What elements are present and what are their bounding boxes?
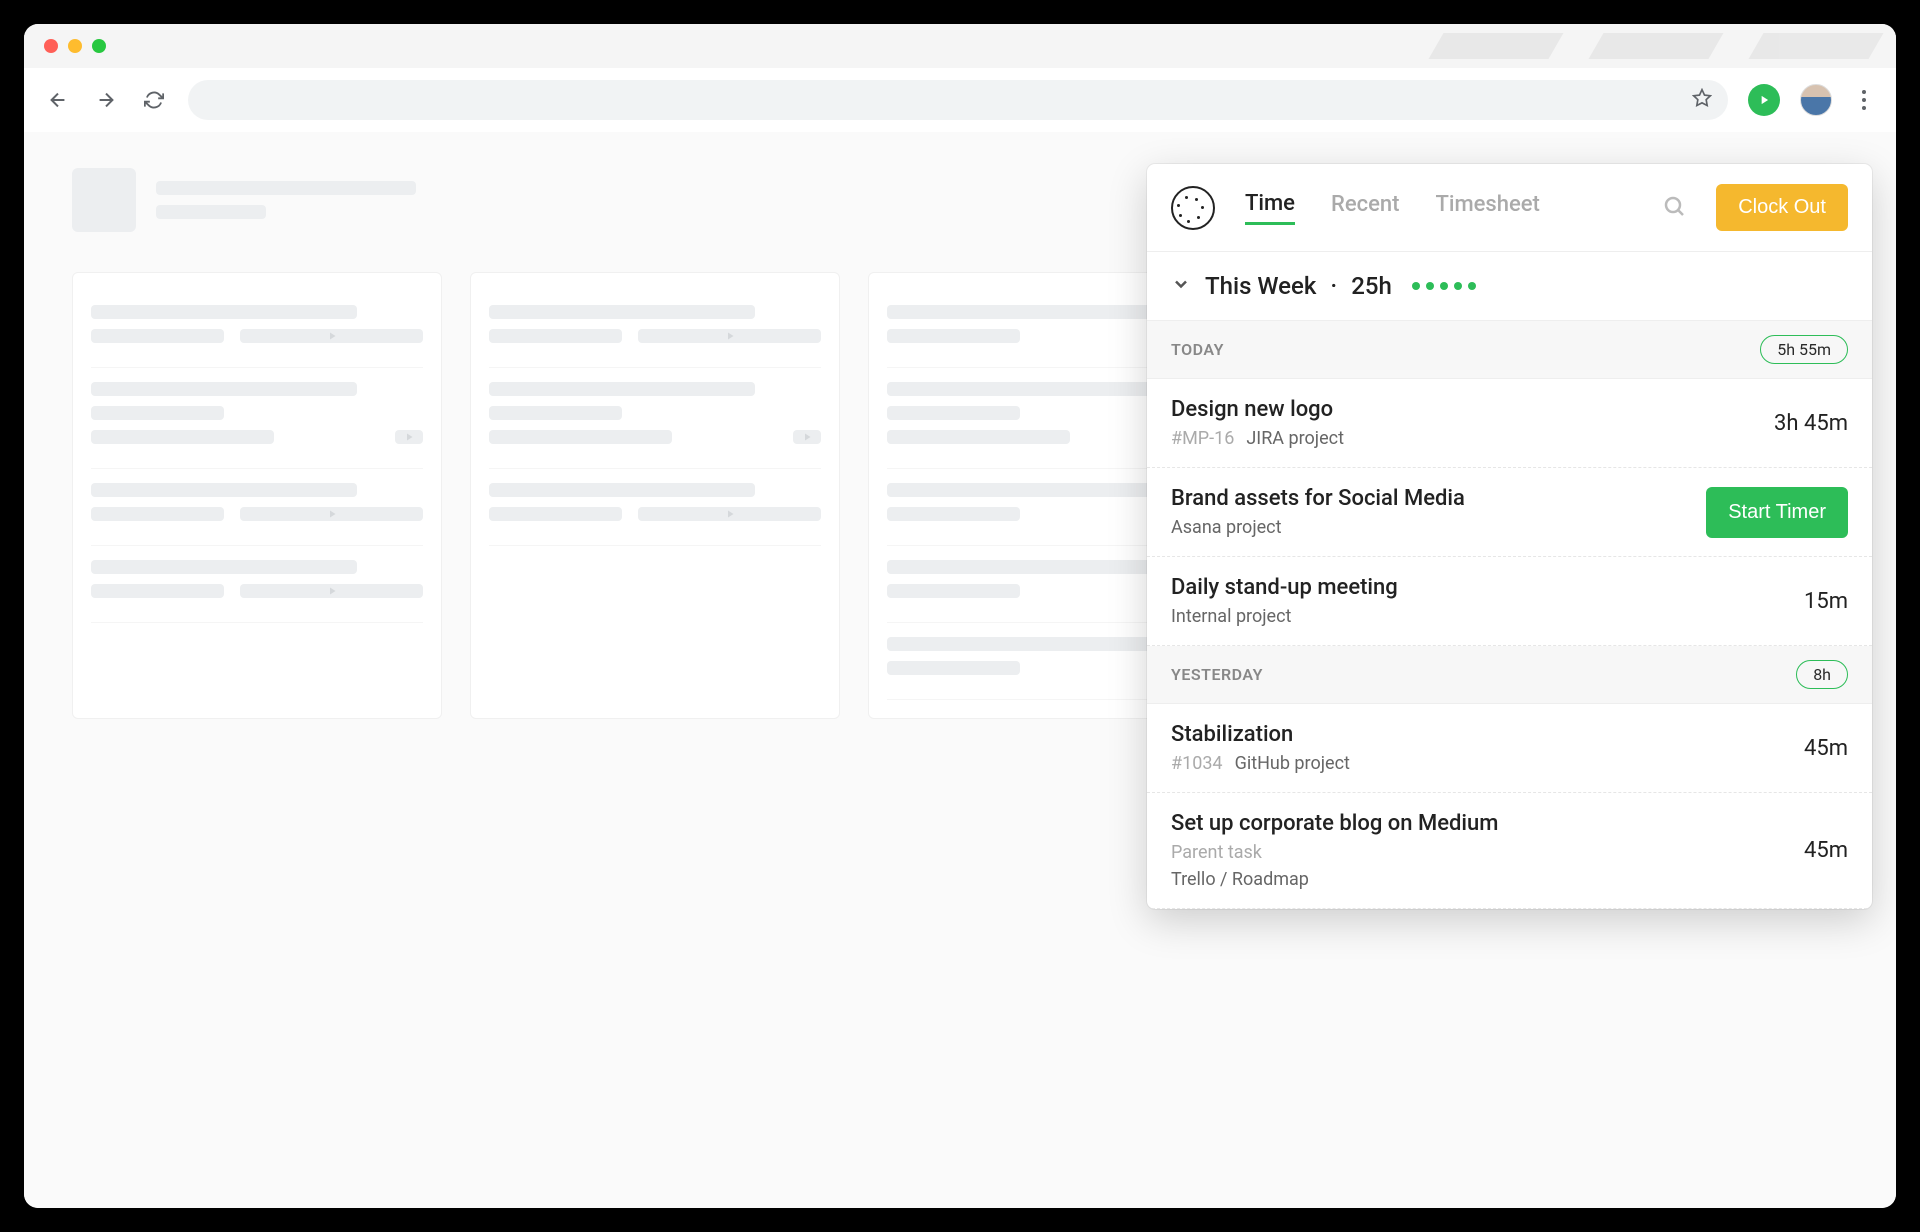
entry-time: 45m (1804, 736, 1848, 761)
week-hours: 25h (1351, 272, 1392, 300)
timer-extension-popup: Time Recent Timesheet Clock Out This Wee… (1147, 164, 1872, 909)
play-icon (240, 507, 423, 521)
entry-project: Trello / Roadmap (1171, 869, 1309, 890)
play-icon (638, 329, 821, 343)
profile-avatar[interactable] (1800, 84, 1832, 116)
window-minimize-button[interactable] (68, 39, 82, 53)
week-separator: · (1330, 272, 1337, 300)
entry-title: Stabilization (1171, 722, 1350, 747)
search-icon[interactable] (1662, 194, 1686, 222)
skeleton-heading (156, 181, 416, 219)
tab-time[interactable]: Time (1245, 191, 1295, 225)
tab-recent[interactable]: Recent (1331, 192, 1399, 223)
entry-tag: #MP-16 (1171, 428, 1234, 449)
entry-project: Asana project (1171, 517, 1281, 538)
back-button[interactable] (44, 86, 72, 114)
chevron-down-icon (1171, 272, 1191, 300)
entry-title: Set up corporate blog on Medium (1171, 811, 1498, 836)
clock-out-button[interactable]: Clock Out (1716, 184, 1848, 231)
browser-menu-button[interactable] (1852, 90, 1876, 110)
app-logo-icon (1171, 186, 1215, 230)
entry-project: JIRA project (1246, 428, 1344, 449)
section-header-yesterday: YESTERDAY 8h (1147, 646, 1872, 704)
section-label: YESTERDAY (1171, 665, 1263, 684)
section-label: TODAY (1171, 340, 1224, 359)
play-icon (240, 329, 423, 343)
window-close-button[interactable] (44, 39, 58, 53)
entry-time: 15m (1804, 589, 1848, 614)
skeleton-avatar (72, 168, 136, 232)
time-entry[interactable]: Brand assets for Social Media Asana proj… (1147, 468, 1872, 557)
start-timer-button[interactable]: Start Timer (1706, 487, 1848, 538)
bookmark-star-icon[interactable] (1692, 88, 1712, 112)
address-bar[interactable] (188, 80, 1728, 120)
entry-title: Design new logo (1171, 397, 1344, 422)
forward-button[interactable] (92, 86, 120, 114)
skeleton-column (470, 272, 840, 719)
play-icon (240, 584, 423, 598)
time-entry[interactable]: Design new logo #MP-16 JIRA project 3h 4… (1147, 379, 1872, 468)
play-icon (793, 430, 821, 444)
play-icon (395, 430, 423, 444)
entry-tag: #1034 (1171, 753, 1223, 774)
entry-title: Daily stand-up meeting (1171, 575, 1398, 600)
time-entry[interactable]: Set up corporate blog on Medium Parent t… (1147, 793, 1872, 909)
section-header-today: TODAY 5h 55m (1147, 321, 1872, 379)
entry-project: GitHub project (1235, 753, 1350, 774)
week-label: This Week (1205, 272, 1316, 300)
entry-parent: Parent task (1171, 842, 1498, 863)
section-total-pill: 5h 55m (1760, 335, 1848, 364)
entry-project: Internal project (1171, 606, 1291, 627)
section-total-pill: 8h (1796, 660, 1848, 689)
entry-title: Brand assets for Social Media (1171, 486, 1465, 511)
skeleton-column (72, 272, 442, 719)
week-summary-row[interactable]: This Week · 25h (1147, 252, 1872, 321)
week-progress-dots (1412, 282, 1476, 290)
time-entry[interactable]: Stabilization #1034 GitHub project 45m (1147, 704, 1872, 793)
decorative-texture (1436, 33, 1876, 59)
extension-play-icon[interactable] (1748, 84, 1780, 116)
tab-timesheet[interactable]: Timesheet (1435, 192, 1539, 223)
browser-toolbar (24, 68, 1896, 132)
entry-time: 45m (1804, 838, 1848, 863)
time-entry[interactable]: Daily stand-up meeting Internal project … (1147, 557, 1872, 646)
play-icon (638, 507, 821, 521)
reload-button[interactable] (140, 86, 168, 114)
window-maximize-button[interactable] (92, 39, 106, 53)
entry-time: 3h 45m (1774, 411, 1848, 436)
window-titlebar (24, 24, 1896, 68)
